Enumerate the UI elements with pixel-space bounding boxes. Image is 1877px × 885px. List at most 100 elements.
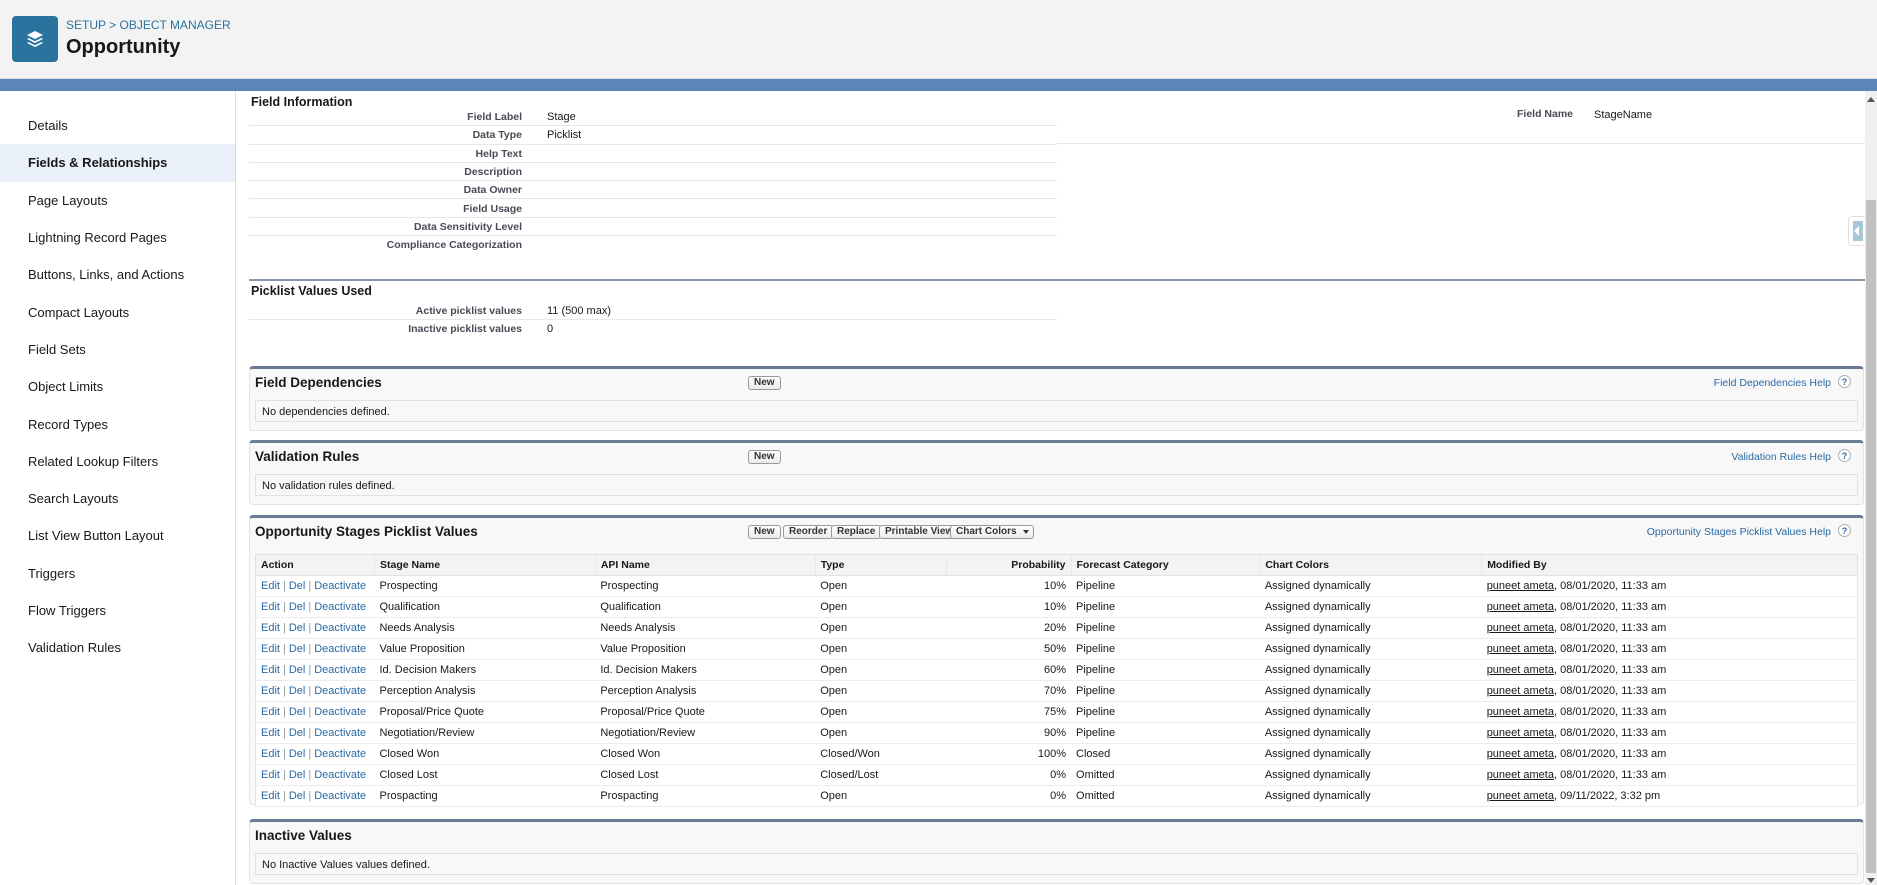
sidebar-item-search-layouts[interactable]: Search Layouts [0, 480, 235, 517]
stages-help-link[interactable]: Opportunity Stages Picklist Values Help [1647, 526, 1831, 538]
column-header-stage-name[interactable]: Stage Name [373, 554, 596, 576]
field-dependencies-help-link[interactable]: Field Dependencies Help [1714, 377, 1831, 389]
chart-colors-dropdown[interactable]: Chart Colors [950, 525, 1034, 539]
delete-link[interactable]: Del [289, 664, 306, 676]
sidebar-item-buttons-links-and-actions[interactable]: Buttons, Links, and Actions [0, 256, 235, 293]
column-header-action[interactable]: Action [255, 554, 375, 576]
edit-link[interactable]: Edit [261, 601, 280, 613]
edit-link[interactable]: Edit [261, 622, 280, 634]
field-dependencies-new-button[interactable]: New [748, 376, 781, 390]
scroll-up-arrow-icon[interactable] [1867, 97, 1875, 102]
stages-printable-view-button[interactable]: Printable View [879, 525, 960, 539]
sidebar-item-object-limits[interactable]: Object Limits [0, 368, 235, 405]
sidebar-item-flow-triggers[interactable]: Flow Triggers [0, 592, 235, 629]
user-link[interactable]: puneet ameta [1487, 790, 1554, 802]
help-icon[interactable]: ? [1838, 449, 1851, 462]
sidebar-item-page-layouts[interactable]: Page Layouts [0, 182, 235, 219]
edit-link[interactable]: Edit [261, 769, 280, 781]
breadcrumb-object-manager[interactable]: OBJECT MANAGER [119, 18, 230, 32]
user-link[interactable]: puneet ameta [1487, 748, 1554, 760]
sidebar-item-details[interactable]: Details [0, 107, 235, 144]
stages-replace-button[interactable]: Replace [831, 525, 882, 539]
deactivate-link[interactable]: Deactivate [314, 790, 366, 802]
field-info-value: Stage [547, 111, 576, 123]
edit-link[interactable]: Edit [261, 748, 280, 760]
vertical-scrollbar[interactable] [1865, 91, 1877, 885]
delete-link[interactable]: Del [289, 727, 306, 739]
validation-rules-help-link[interactable]: Validation Rules Help [1731, 451, 1831, 463]
delete-link[interactable]: Del [289, 790, 306, 802]
modified-date: , 08/01/2020, 11:33 am [1553, 622, 1667, 634]
deactivate-link[interactable]: Deactivate [314, 622, 366, 634]
delete-link[interactable]: Del [289, 622, 306, 634]
edit-link[interactable]: Edit [261, 727, 280, 739]
deactivate-link[interactable]: Deactivate [314, 706, 366, 718]
sidebar-item-compact-layouts[interactable]: Compact Layouts [0, 293, 235, 330]
forecast-category-cell: Omitted [1071, 785, 1260, 807]
user-link[interactable]: puneet ameta [1487, 664, 1554, 676]
modified-date: , 08/01/2020, 11:33 am [1553, 706, 1667, 718]
deactivate-link[interactable]: Deactivate [314, 580, 366, 592]
column-header-forecast-category[interactable]: Forecast Category [1070, 554, 1260, 576]
user-link[interactable]: puneet ameta [1487, 769, 1554, 781]
separator: | [308, 580, 312, 592]
separator: | [308, 643, 312, 655]
separator: | [282, 685, 286, 697]
deactivate-link[interactable]: Deactivate [314, 664, 366, 676]
probability-cell: 0% [946, 764, 1072, 786]
sidebar-item-fields-relationships[interactable]: Fields & Relationships [0, 144, 235, 182]
edit-link[interactable]: Edit [261, 685, 280, 697]
help-icon[interactable]: ? [1838, 375, 1851, 388]
edit-link[interactable]: Edit [261, 790, 280, 802]
deactivate-link[interactable]: Deactivate [314, 727, 366, 739]
scroll-down-arrow-icon[interactable] [1867, 878, 1875, 883]
sidebar-item-triggers[interactable]: Triggers [0, 555, 235, 592]
separator: | [282, 790, 286, 802]
deactivate-link[interactable]: Deactivate [314, 748, 366, 760]
sidebar-item-validation-rules[interactable]: Validation Rules [0, 629, 235, 666]
delete-link[interactable]: Del [289, 685, 306, 697]
stages-reorder-button[interactable]: Reorder [783, 525, 834, 539]
edit-link[interactable]: Edit [261, 706, 280, 718]
stages-new-button[interactable]: New [748, 525, 781, 539]
delete-link[interactable]: Del [289, 580, 306, 592]
delete-link[interactable]: Del [289, 748, 306, 760]
sidebar-item-related-lookup-filters[interactable]: Related Lookup Filters [0, 443, 235, 480]
delete-link[interactable]: Del [289, 706, 306, 718]
user-link[interactable]: puneet ameta [1487, 622, 1554, 634]
column-header-probability[interactable]: Probability [945, 554, 1072, 576]
sidebar-item-list-view-button-layout[interactable]: List View Button Layout [0, 517, 235, 554]
user-link[interactable]: puneet ameta [1487, 643, 1554, 655]
user-link[interactable]: puneet ameta [1487, 580, 1554, 592]
breadcrumb-setup[interactable]: SETUP [66, 18, 106, 32]
collapse-panel-tab[interactable] [1848, 216, 1865, 246]
separator: | [308, 664, 312, 676]
column-header-type[interactable]: Type [814, 554, 947, 576]
column-header-api-name[interactable]: API Name [594, 554, 816, 576]
sidebar-item-record-types[interactable]: Record Types [0, 405, 235, 442]
column-header-chart-colors[interactable]: Chart Colors [1259, 554, 1482, 576]
delete-link[interactable]: Del [289, 601, 306, 613]
stage-name-cell: Id. Decision Makers [374, 659, 596, 681]
edit-link[interactable]: Edit [261, 580, 280, 592]
sidebar-item-field-sets[interactable]: Field Sets [0, 331, 235, 368]
deactivate-link[interactable]: Deactivate [314, 601, 366, 613]
user-link[interactable]: puneet ameta [1487, 601, 1554, 613]
user-link[interactable]: puneet ameta [1487, 727, 1554, 739]
user-link[interactable]: puneet ameta [1487, 685, 1554, 697]
modified-date: , 08/01/2020, 11:33 am [1553, 727, 1667, 739]
delete-link[interactable]: Del [289, 769, 306, 781]
deactivate-link[interactable]: Deactivate [314, 685, 366, 697]
sidebar-item-lightning-record-pages[interactable]: Lightning Record Pages [0, 219, 235, 256]
delete-link[interactable]: Del [289, 643, 306, 655]
edit-link[interactable]: Edit [261, 664, 280, 676]
column-header-modified-by[interactable]: Modified By [1481, 554, 1858, 576]
api-name-cell: Negotiation/Review [595, 722, 816, 744]
edit-link[interactable]: Edit [261, 643, 280, 655]
scrollbar-thumb[interactable] [1866, 200, 1876, 873]
validation-rules-new-button[interactable]: New [748, 450, 781, 464]
help-icon[interactable]: ? [1838, 524, 1851, 537]
deactivate-link[interactable]: Deactivate [314, 769, 366, 781]
deactivate-link[interactable]: Deactivate [314, 643, 366, 655]
user-link[interactable]: puneet ameta [1487, 706, 1554, 718]
